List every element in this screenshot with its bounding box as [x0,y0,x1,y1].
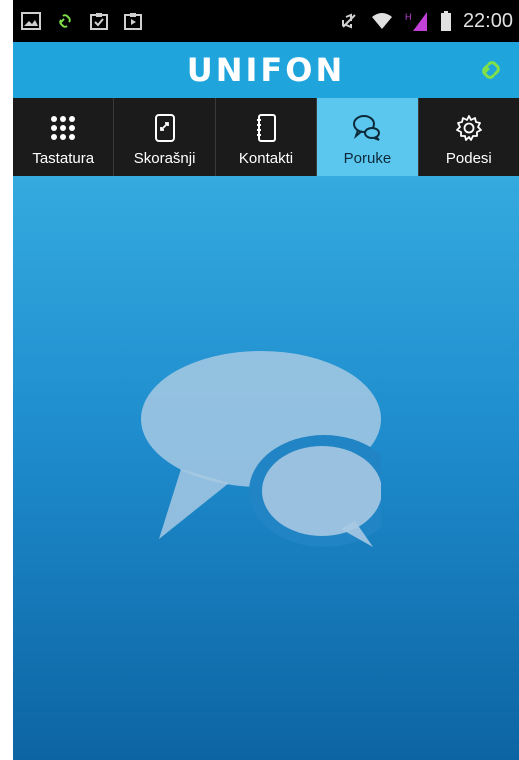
chat-bubbles-icon [141,351,399,566]
tab-skorasnji[interactable]: Skorašnji [114,98,216,176]
battery-icon [440,11,451,31]
app-logo: UNIFON [186,51,346,89]
clipboard-check-icon [89,11,109,31]
clock: 22:00 [462,9,513,32]
status-bar: H 22:00 [13,0,519,42]
svg-text:H: H [405,12,412,22]
mute-icon [339,11,359,31]
connection-link-icon[interactable] [477,56,505,84]
dialpad-icon [50,112,76,144]
image-icon [21,12,41,30]
link-icon [55,11,75,31]
signal-icon: H [405,10,429,32]
tab-kontakti[interactable]: Kontakti [216,98,318,176]
tab-poruke[interactable]: Poruke [317,98,419,176]
tab-podesi[interactable]: Podesi [419,98,519,176]
tab-label: Poruke [343,150,392,167]
tab-tastatura[interactable]: Tastatura [13,98,115,176]
tab-label: Podesi [445,150,492,167]
app-header: UNIFON [13,42,519,98]
recent-calls-icon [154,112,176,144]
contacts-icon [255,112,277,144]
tab-label: Kontakti [238,150,294,167]
settings-icon [455,112,483,144]
tab-label: Tastatura [32,150,95,167]
messages-icon [352,112,382,144]
messages-panel [13,176,519,760]
wifi-icon [371,12,393,30]
clipboard-play-icon [123,11,143,31]
tab-bar: Tastatura Skorašnji Kontakti Poruke Pode… [13,98,519,176]
tab-label: Skorašnji [133,150,196,167]
phone-screen: H 22:00 UNIFON Tastatura Skorašnji Konta… [13,0,519,760]
